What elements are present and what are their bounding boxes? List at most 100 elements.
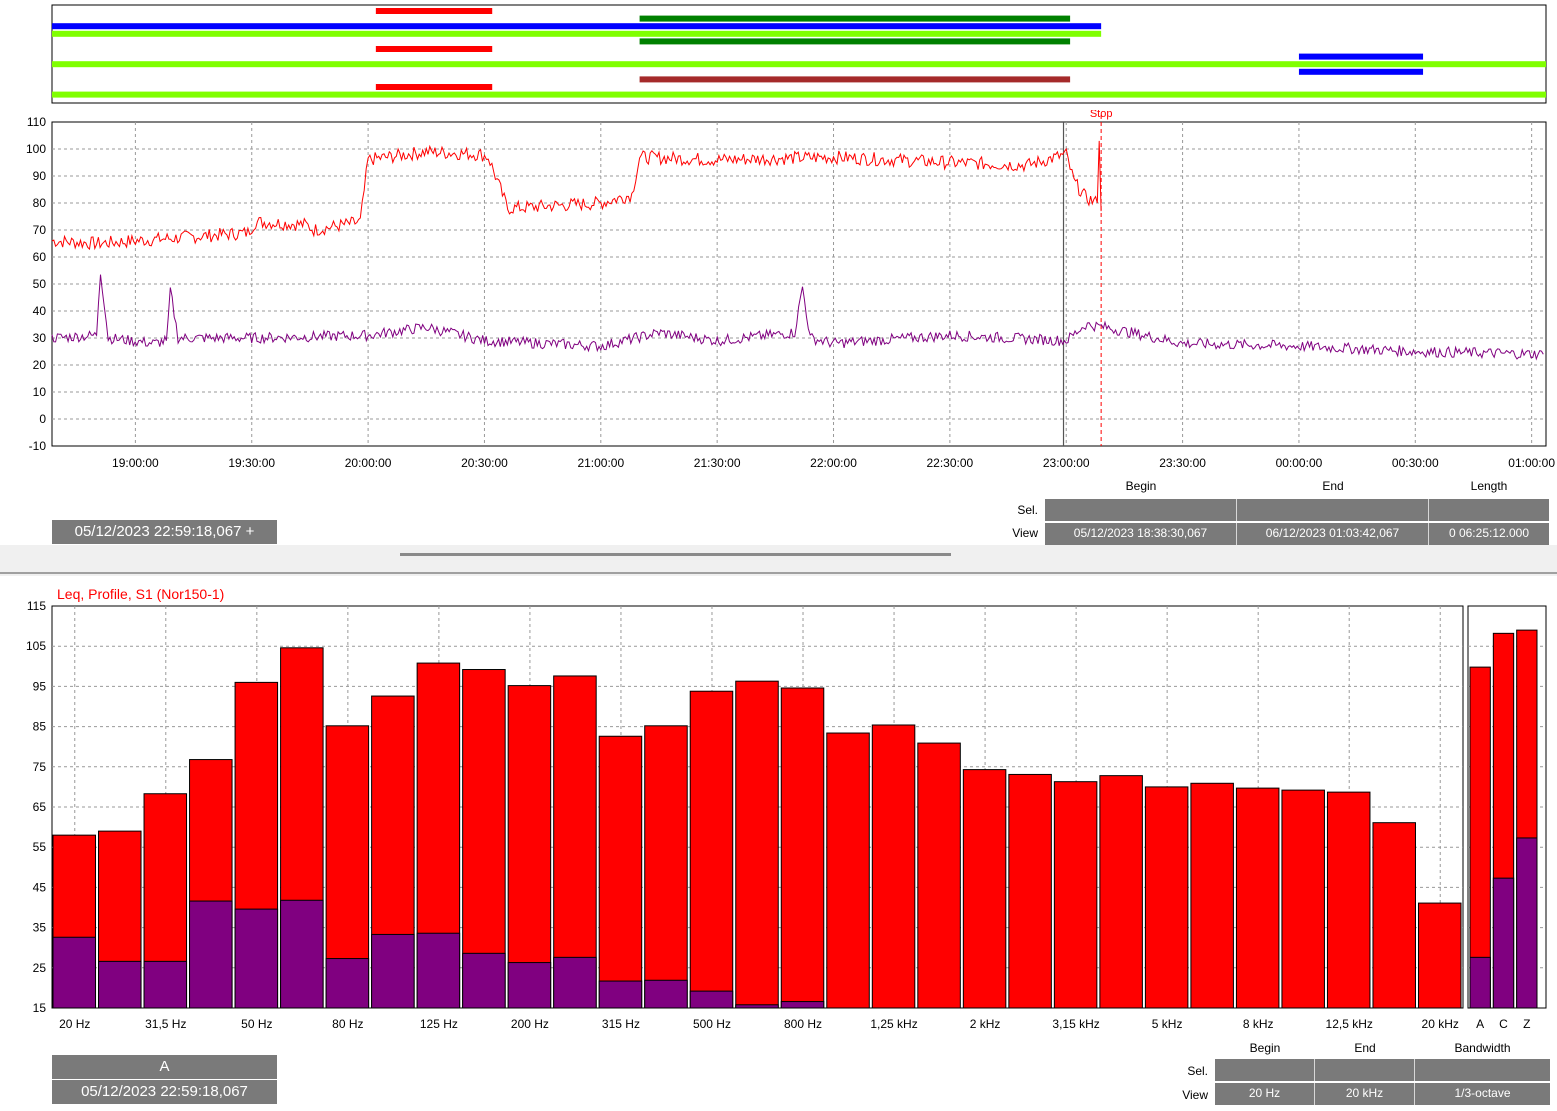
view-begin-freq[interactable]: 20 Hz <box>1215 1083 1315 1105</box>
cursor-weighting[interactable]: A <box>52 1055 277 1080</box>
bar-leq <box>780 687 825 1009</box>
x-tick-label: 20 kHz <box>1422 1017 1459 1031</box>
view-length[interactable]: 0 06:25:12.000 <box>1429 523 1549 545</box>
y-tick-label: 100 <box>26 142 46 156</box>
sel-length[interactable] <box>1429 499 1549 521</box>
bar-leq <box>644 725 688 1009</box>
event-bar <box>1298 68 1424 75</box>
bar-min <box>52 936 97 1009</box>
x-tick-label: 21:00:00 <box>577 456 624 470</box>
bar-min <box>143 960 188 1009</box>
x-tick-label: 00:00:00 <box>1276 456 1323 470</box>
event-bar <box>375 84 493 90</box>
event-bar <box>52 30 1102 37</box>
x-tick-label: 21:30:00 <box>694 456 741 470</box>
bar-overall-min <box>1469 956 1491 1009</box>
x-tick-label: 5 kHz <box>1152 1017 1183 1031</box>
event-bar <box>639 15 1071 22</box>
x-tick-label: 20:30:00 <box>461 456 508 470</box>
bar-leq <box>689 690 734 1009</box>
x-tick-label: 19:30:00 <box>228 456 275 470</box>
overall-tick-label: Z <box>1523 1017 1530 1031</box>
time-history-panel: -10 0 10 20 30 40 50 60 70 80 90 100 110 19:00:00 19:3… <box>0 0 1557 545</box>
bar-min <box>189 900 233 1009</box>
y-tick-label: 80 <box>33 196 47 210</box>
view-end-freq[interactable]: 20 kHz <box>1315 1083 1415 1105</box>
sel-begin[interactable] <box>1045 499 1237 521</box>
bar-leq <box>871 724 916 1009</box>
x-tick-label: 20 Hz <box>59 1017 90 1031</box>
bar-leq <box>1326 791 1371 1009</box>
event-tracks[interactable] <box>0 0 1557 110</box>
x-tick-label: 200 Hz <box>511 1017 549 1031</box>
x-tick-label: 315 Hz <box>602 1017 640 1031</box>
y-tick-label: 45 <box>33 880 47 894</box>
event-bar <box>52 91 1546 98</box>
cursor-timestamp-top[interactable]: 05/12/2023 22:59:18,067 + <box>52 520 277 544</box>
bar-min <box>598 980 643 1009</box>
cursor-timestamp-bottom[interactable]: 05/12/2023 22:59:18,067 <box>52 1080 277 1104</box>
bar-leq <box>1190 782 1234 1009</box>
y-tick-label: 105 <box>26 639 46 653</box>
stop-marker-label: Stop <box>1090 110 1113 120</box>
x-tick-label: 125 Hz <box>420 1017 458 1031</box>
y-tick-label: 55 <box>33 840 47 854</box>
chart-title: Leq, Profile, S1 (Nor150-1) <box>57 586 224 602</box>
row-label-view-freq: View <box>1182 1088 1208 1102</box>
event-bar <box>1298 53 1424 60</box>
bar-leq <box>917 742 961 1009</box>
x-tick-label: 22:00:00 <box>810 456 857 470</box>
col-header-length: Length <box>1470 479 1508 493</box>
bar-leq <box>826 732 870 1009</box>
overall-tick-label: C <box>1499 1017 1508 1031</box>
x-tick-label: 800 Hz <box>784 1017 822 1031</box>
bar-min <box>280 899 324 1009</box>
spectrum-panel: Leq, Profile, S1 (Nor150-1) 15 25 35 45 55 65 7… <box>0 576 1557 1111</box>
x-tick-label: 00:30:00 <box>1392 456 1439 470</box>
y-tick-label: 115 <box>27 599 46 613</box>
view-bandwidth[interactable]: 1/3-octave <box>1415 1083 1550 1105</box>
bar-min <box>416 932 461 1009</box>
bar-leq <box>1053 781 1098 1009</box>
x-tick-label: 20:00:00 <box>345 456 392 470</box>
y-tick-label: 85 <box>33 720 47 734</box>
y-tick-label: 20 <box>33 358 47 372</box>
bar-leq <box>1417 902 1462 1009</box>
bar-min <box>553 956 597 1009</box>
x-tick-label: 80 Hz <box>332 1017 363 1031</box>
spectrum-bar-chart[interactable]: Leq, Profile, S1 (Nor150-1) 15 25 35 45 55 65 7… <box>0 576 1557 1036</box>
bar-leq <box>1235 787 1280 1009</box>
splitter-handle[interactable] <box>400 553 951 556</box>
y-tick-label: 75 <box>33 760 47 774</box>
time-history-chart[interactable]: -10 0 10 20 30 40 50 60 70 80 90 100 110 19:00:00 19:3… <box>0 110 1557 480</box>
view-end[interactable]: 06/12/2023 01:03:42,067 <box>1237 523 1429 545</box>
y-tick-label: 60 <box>33 250 47 264</box>
x-tick-label: 22:30:00 <box>927 456 974 470</box>
col-header-begin-freq: Begin <box>1249 1041 1281 1055</box>
bar-leq <box>1099 775 1143 1009</box>
row-label-view: View <box>1012 526 1038 540</box>
bar-min <box>371 933 415 1009</box>
y-tick-label: 35 <box>33 921 47 935</box>
row-label-sel: Sel. <box>1017 503 1038 517</box>
sel-begin-freq[interactable] <box>1215 1059 1315 1081</box>
bar-leq <box>735 680 779 1009</box>
x-tick-label: 23:30:00 <box>1159 456 1206 470</box>
bar-min <box>735 1004 779 1009</box>
bar-min <box>325 958 370 1009</box>
bar-overall-min <box>1516 837 1538 1009</box>
y-tick-label: 50 <box>33 277 47 291</box>
bar-leq <box>962 769 1007 1009</box>
y-tick-label: 65 <box>33 800 47 814</box>
x-tick-label: 3,15 kHz <box>1052 1017 1099 1031</box>
view-begin[interactable]: 05/12/2023 18:38:30,067 <box>1045 523 1237 545</box>
bar-leq <box>1144 786 1189 1009</box>
x-tick-label: 01:00:00 <box>1508 456 1555 470</box>
x-tick-label: 2 kHz <box>970 1017 1001 1031</box>
row-label-sel-freq: Sel. <box>1187 1064 1208 1078</box>
sel-end[interactable] <box>1237 499 1429 521</box>
x-tick-label: 23:00:00 <box>1043 456 1090 470</box>
col-header-end: End <box>1322 479 1344 493</box>
sel-end-freq[interactable] <box>1315 1059 1415 1081</box>
sel-bandwidth[interactable] <box>1415 1059 1550 1081</box>
